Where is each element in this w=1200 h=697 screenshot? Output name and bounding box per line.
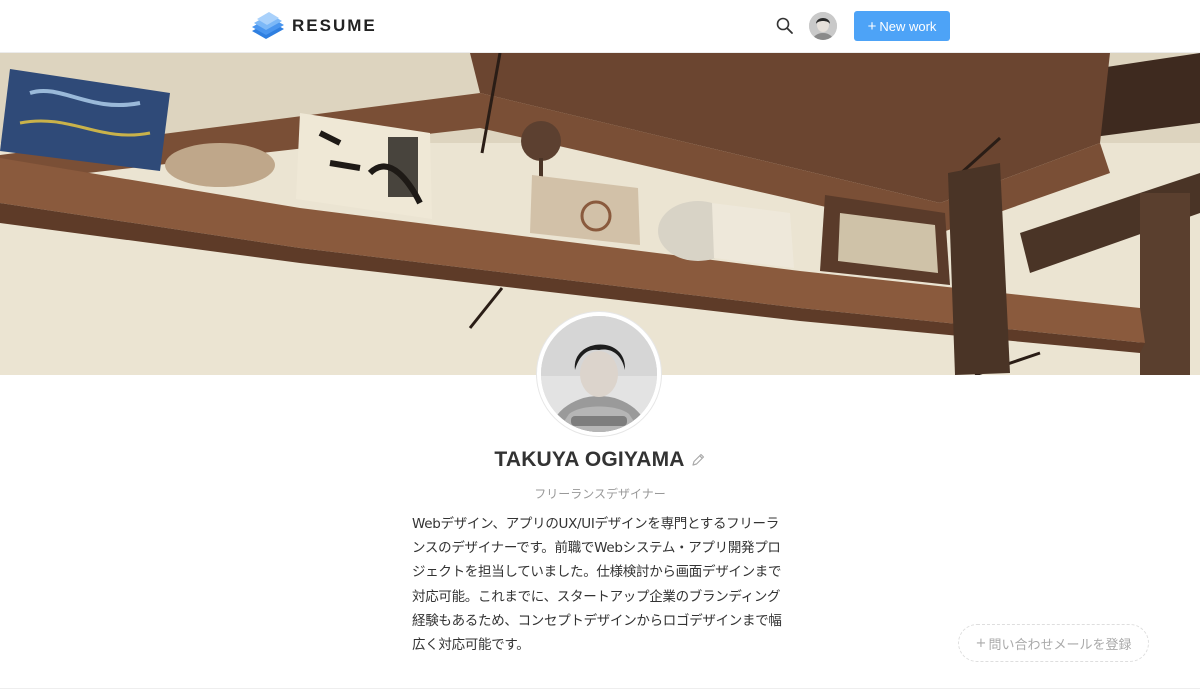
divider bbox=[0, 688, 1200, 689]
top-navigation-bar: RESUME + New work bbox=[0, 0, 1200, 53]
user-portrait-icon bbox=[809, 12, 837, 40]
new-work-button[interactable]: + New work bbox=[854, 11, 950, 41]
profile-portrait-icon bbox=[541, 316, 657, 432]
brand-name: RESUME bbox=[292, 16, 377, 35]
stacked-pages-logo-icon bbox=[252, 12, 284, 39]
search-icon[interactable] bbox=[775, 16, 795, 36]
plus-icon: + bbox=[975, 635, 987, 651]
profile-bio: Webデザイン、アプリのUX/UIデザインを専門とするフリーランスのデザイナーで… bbox=[412, 516, 782, 654]
profile-role: フリーランスデザイナー bbox=[534, 487, 666, 501]
register-contact-email-button[interactable]: + 問い合わせメールを登録 bbox=[958, 624, 1149, 662]
profile-avatar bbox=[537, 312, 661, 436]
profile-name-row: TAKUYA OGIYAMA bbox=[0, 448, 1200, 472]
plus-icon: + bbox=[867, 17, 877, 35]
pencil-icon[interactable] bbox=[690, 452, 706, 468]
brand-logo-link[interactable]: RESUME bbox=[250, 11, 377, 41]
user-avatar[interactable] bbox=[809, 12, 837, 40]
register-contact-email-label: 問い合わせメールを登録 bbox=[988, 637, 1132, 653]
new-work-label: New work bbox=[879, 18, 937, 34]
profile-name: TAKUYA OGIYAMA bbox=[494, 448, 685, 471]
